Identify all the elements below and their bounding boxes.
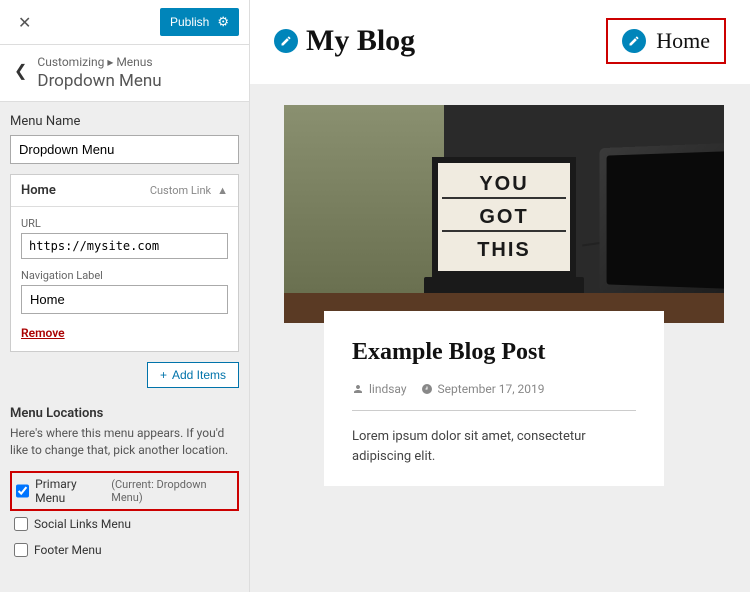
- menu-item-body: URL Navigation Label Remove: [11, 207, 238, 351]
- location-primary[interactable]: Primary Menu (Current: Dropdown Menu): [10, 471, 239, 511]
- location-current: (Current: Dropdown Menu): [111, 478, 233, 504]
- post-meta: lindsay September 17, 2019: [352, 382, 636, 396]
- menu-item-header[interactable]: Home Custom Link ▲: [11, 175, 238, 207]
- location-footer[interactable]: Footer Menu: [10, 537, 239, 563]
- page-title: Dropdown Menu: [37, 71, 161, 91]
- nav-link-home[interactable]: Home: [656, 28, 710, 54]
- location-checkbox[interactable]: [16, 484, 29, 498]
- url-input[interactable]: [21, 233, 228, 259]
- lightbox-line-2: GOT: [442, 204, 566, 232]
- plus-icon: +: [160, 368, 167, 382]
- pencil-icon: [280, 35, 292, 47]
- menu-item-card: Home Custom Link ▲ URL Navigation Label …: [10, 174, 239, 352]
- site-preview: My Blog Home YOU GOT THIS: [250, 0, 750, 592]
- location-label: Social Links Menu: [34, 517, 131, 531]
- add-items-label: Add Items: [172, 368, 226, 382]
- menu-item-type: Custom Link ▲: [150, 184, 228, 197]
- location-checkbox[interactable]: [14, 517, 28, 531]
- menu-item-name: Home: [21, 183, 56, 198]
- preview-header: My Blog Home: [250, 0, 750, 85]
- sidebar-header: ❮ Customizing ▸ Menus Dropdown Menu: [0, 45, 249, 102]
- customizer-sidebar: ✕ Publish ⚙ ❮ Customizing ▸ Menus Dropdo…: [0, 0, 250, 592]
- nav-highlight: Home: [606, 18, 726, 64]
- publish-button[interactable]: Publish ⚙: [160, 8, 239, 36]
- post-title: Example Blog Post: [352, 339, 636, 366]
- location-checkbox[interactable]: [14, 543, 28, 557]
- url-label: URL: [21, 217, 228, 230]
- post-author: lindsay: [369, 382, 407, 396]
- back-icon[interactable]: ❮: [14, 55, 27, 80]
- lightbox-line-1: YOU: [442, 171, 566, 199]
- add-items-button[interactable]: + Add Items: [147, 362, 239, 388]
- post-date: September 17, 2019: [438, 382, 545, 396]
- hero-image: YOU GOT THIS: [284, 105, 724, 323]
- post-divider: [352, 410, 636, 411]
- nav-label-label: Navigation Label: [21, 269, 228, 282]
- location-label: Footer Menu: [34, 543, 102, 557]
- pencil-icon: [628, 35, 640, 47]
- sidebar-body: Menu Name Home Custom Link ▲ URL Navigat…: [0, 102, 249, 592]
- publish-label: Publish: [170, 15, 209, 29]
- clock-icon: [421, 383, 433, 395]
- chevron-up-icon: ▲: [217, 184, 228, 197]
- menu-name-input[interactable]: [10, 135, 239, 164]
- location-label: Primary Menu: [35, 477, 105, 505]
- post-excerpt: Lorem ipsum dolor sit amet, consectetur …: [352, 427, 636, 466]
- lightbox-line-3: THIS: [442, 237, 566, 263]
- edit-title-button[interactable]: [274, 29, 298, 53]
- close-icon[interactable]: ✕: [10, 9, 39, 36]
- menu-locations-heading: Menu Locations: [10, 406, 239, 421]
- edit-nav-button[interactable]: [622, 29, 646, 53]
- menu-locations-desc: Here's where this menu appears. If you'd…: [10, 425, 239, 459]
- site-title: My Blog: [306, 24, 415, 58]
- menu-name-label: Menu Name: [10, 114, 239, 129]
- person-icon: [352, 383, 364, 395]
- gear-icon: ⚙: [217, 14, 229, 30]
- breadcrumb: Customizing ▸ Menus: [37, 55, 161, 69]
- post-card: Example Blog Post lindsay September 17, …: [324, 311, 664, 486]
- remove-link[interactable]: Remove: [21, 326, 65, 340]
- location-social[interactable]: Social Links Menu: [10, 511, 239, 537]
- sidebar-topbar: ✕ Publish ⚙: [0, 0, 249, 45]
- nav-label-input[interactable]: [21, 285, 228, 314]
- preview-body: YOU GOT THIS Example Blog Post lindsay: [250, 85, 750, 592]
